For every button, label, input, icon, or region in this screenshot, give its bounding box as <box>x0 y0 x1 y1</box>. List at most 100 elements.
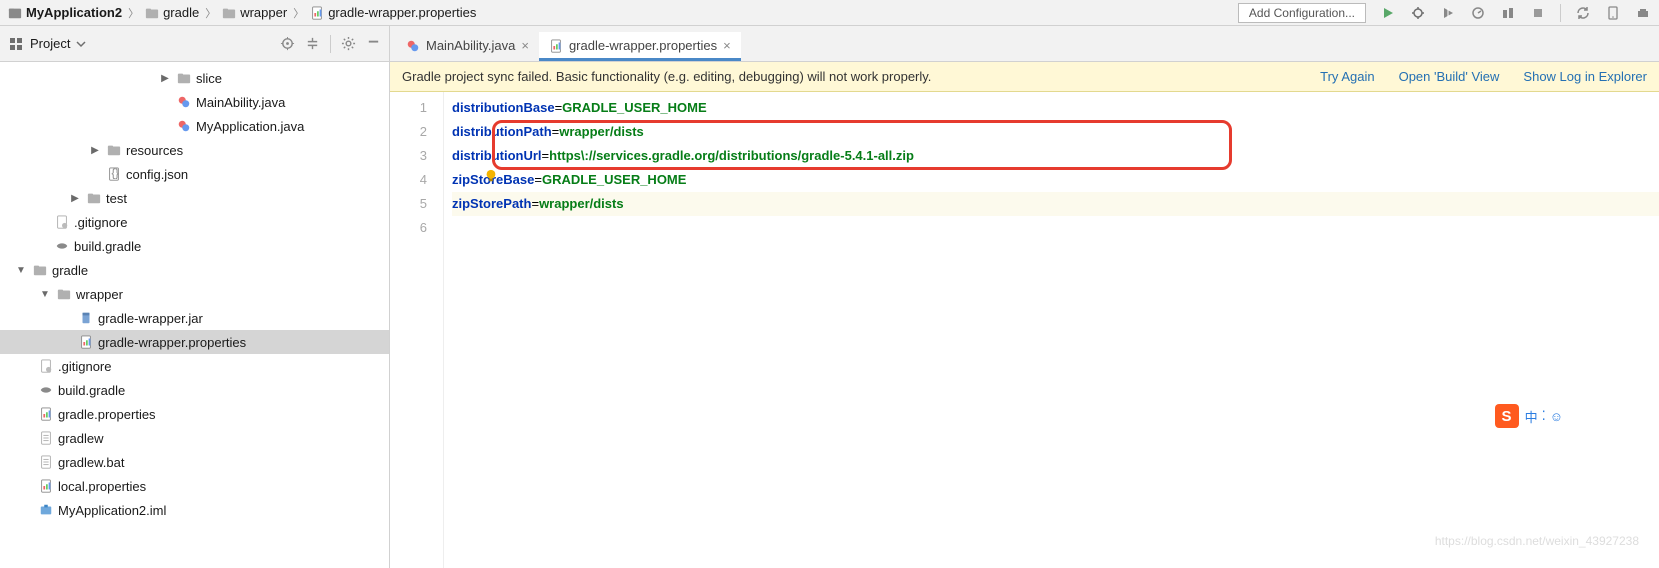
debug-icon[interactable] <box>1410 5 1426 21</box>
sync-icon[interactable] <box>1575 5 1591 21</box>
breadcrumb-label: wrapper <box>240 5 287 20</box>
tree-file-gradlew[interactable]: gradlew <box>0 426 389 450</box>
toolbar-divider <box>330 35 331 53</box>
select-opened-icon[interactable] <box>280 36 295 51</box>
top-bar: MyApplication2 〉 gradle 〉 wrapper 〉 grad… <box>0 0 1659 26</box>
sidebar-title-label: Project <box>30 36 70 51</box>
tree-file-configjson[interactable]: {} config.json <box>0 162 389 186</box>
tree-folder-wrapper[interactable]: ▼wrapper <box>0 282 389 306</box>
tree-file-gradleprops[interactable]: gradle.properties <box>0 402 389 426</box>
line-number: 4 <box>394 168 427 192</box>
toolbar-divider <box>1560 4 1561 22</box>
breadcrumb-root[interactable]: MyApplication2 <box>8 5 122 20</box>
tree-label: resources <box>126 143 183 158</box>
tab-label: MainAbility.java <box>426 38 515 53</box>
svg-text:{}: {} <box>111 168 119 180</box>
tree-file-gitignore2[interactable]: .gitignore <box>0 354 389 378</box>
tree-label: build.gradle <box>58 383 125 398</box>
collapse-all-icon[interactable] <box>305 36 320 51</box>
tab-mainability[interactable]: MainAbility.java × <box>396 32 539 61</box>
ime-smile: ☺ <box>1550 409 1563 424</box>
code-body[interactable]: distributionBase=GRADLE_USER_HOME distri… <box>444 92 1659 568</box>
tab-wrapperprops[interactable]: gradle-wrapper.properties × <box>539 32 741 61</box>
prop-val: wrapper/dists <box>559 124 644 139</box>
profile-icon[interactable] <box>1470 5 1486 21</box>
sync-failed-banner: Gradle project sync failed. Basic functi… <box>390 62 1659 92</box>
tree-file-buildgradle2[interactable]: build.gradle <box>0 378 389 402</box>
sidebar-title[interactable]: Project <box>8 36 86 52</box>
hide-icon[interactable] <box>366 36 381 51</box>
tree-label: .gitignore <box>74 215 127 230</box>
chevron-down-icon <box>76 39 86 49</box>
tree-label: build.gradle <box>74 239 141 254</box>
breadcrumb-wrapper[interactable]: wrapper <box>222 5 287 20</box>
prop-val: GRADLE_USER_HOME <box>562 100 706 115</box>
line-number: 6 <box>394 216 427 240</box>
java-file-icon <box>406 39 420 53</box>
line-number: 5 <box>394 192 427 216</box>
intention-bulb-icon[interactable] <box>484 169 498 183</box>
tree-label: MyApplication.java <box>196 119 304 134</box>
tree-label: .gitignore <box>58 359 111 374</box>
prop-key: distributionUrl <box>452 148 542 163</box>
tree-folder-slice[interactable]: ▶slice <box>0 66 389 90</box>
prop-val: wrapper/dists <box>539 196 624 211</box>
tree-label: gradlew.bat <box>58 455 125 470</box>
avd-icon[interactable] <box>1605 5 1621 21</box>
tree-file-gitignore[interactable]: .gitignore <box>0 210 389 234</box>
try-again-link[interactable]: Try Again <box>1320 69 1374 84</box>
gear-icon[interactable] <box>341 36 356 51</box>
gutter: 1 2 3 4 5 6 <box>390 92 444 568</box>
ime-indicator[interactable]: S 中 ⁚ ☺ <box>1495 404 1563 428</box>
tree-folder-gradle[interactable]: ▼gradle <box>0 258 389 282</box>
breadcrumb-root-label: MyApplication2 <box>26 5 122 20</box>
tree-file-localprops[interactable]: local.properties <box>0 474 389 498</box>
sdk-icon[interactable] <box>1635 5 1651 21</box>
breadcrumb-sep: 〉 <box>205 5 216 21</box>
project-tree[interactable]: ▶slice MainAbility.java MyApplication.ja… <box>0 62 389 568</box>
line-number: 2 <box>394 120 427 144</box>
prop-key: distributionBase <box>452 100 555 115</box>
tree-file-iml[interactable]: MyApplication2.iml <box>0 498 389 522</box>
editor-tabs: MainAbility.java × gradle-wrapper.proper… <box>390 26 1659 62</box>
attach-icon[interactable] <box>1500 5 1516 21</box>
open-build-link[interactable]: Open 'Build' View <box>1399 69 1500 84</box>
tree-label: test <box>106 191 127 206</box>
breadcrumb: MyApplication2 〉 gradle 〉 wrapper 〉 grad… <box>8 5 476 21</box>
watermark: https://blog.csdn.net/weixin_43927238 <box>1435 534 1639 548</box>
prop-key: zipStorePath <box>452 196 531 211</box>
tree-file-mainability[interactable]: MainAbility.java <box>0 90 389 114</box>
tree-folder-test[interactable]: ▶test <box>0 186 389 210</box>
banner-message: Gradle project sync failed. Basic functi… <box>402 69 931 84</box>
show-log-link[interactable]: Show Log in Explorer <box>1523 69 1647 84</box>
breadcrumb-sep: 〉 <box>128 5 139 21</box>
line-number: 3 <box>394 144 427 168</box>
tree-file-myapplication[interactable]: MyApplication.java <box>0 114 389 138</box>
tree-label: gradlew <box>58 431 104 446</box>
stop-icon[interactable] <box>1530 5 1546 21</box>
tree-label: config.json <box>126 167 188 182</box>
close-icon[interactable]: × <box>521 38 529 53</box>
tree-label: MyApplication2.iml <box>58 503 166 518</box>
tree-label: local.properties <box>58 479 146 494</box>
breadcrumb-file[interactable]: gradle-wrapper.properties <box>310 5 476 20</box>
run-configuration-combo[interactable]: Add Configuration... <box>1238 3 1366 23</box>
prop-key: distributionPath <box>452 124 552 139</box>
tree-file-gradlewbat[interactable]: gradlew.bat <box>0 450 389 474</box>
code-editor[interactable]: 1 2 3 4 5 6 distributionBase=GRADLE_USER… <box>390 92 1659 568</box>
breadcrumb-label: gradle-wrapper.properties <box>328 5 476 20</box>
editor-pane: MainAbility.java × gradle-wrapper.proper… <box>390 26 1659 568</box>
tree-label: slice <box>196 71 222 86</box>
line-number: 1 <box>394 96 427 120</box>
tree-folder-resources[interactable]: ▶resources <box>0 138 389 162</box>
tree-label: wrapper <box>76 287 123 302</box>
tree-file-wrapperjar[interactable]: gradle-wrapper.jar <box>0 306 389 330</box>
tree-file-wrapperprops[interactable]: gradle-wrapper.properties <box>0 330 389 354</box>
ime-dots: ⁚ <box>1542 408 1546 424</box>
breadcrumb-gradle[interactable]: gradle <box>145 5 199 20</box>
run-icon[interactable] <box>1380 5 1396 21</box>
tree-file-buildgradle[interactable]: build.gradle <box>0 234 389 258</box>
project-sidebar: Project ▶slice MainAbility.java MyApplic… <box>0 26 390 568</box>
coverage-icon[interactable] <box>1440 5 1456 21</box>
close-icon[interactable]: × <box>723 38 731 53</box>
